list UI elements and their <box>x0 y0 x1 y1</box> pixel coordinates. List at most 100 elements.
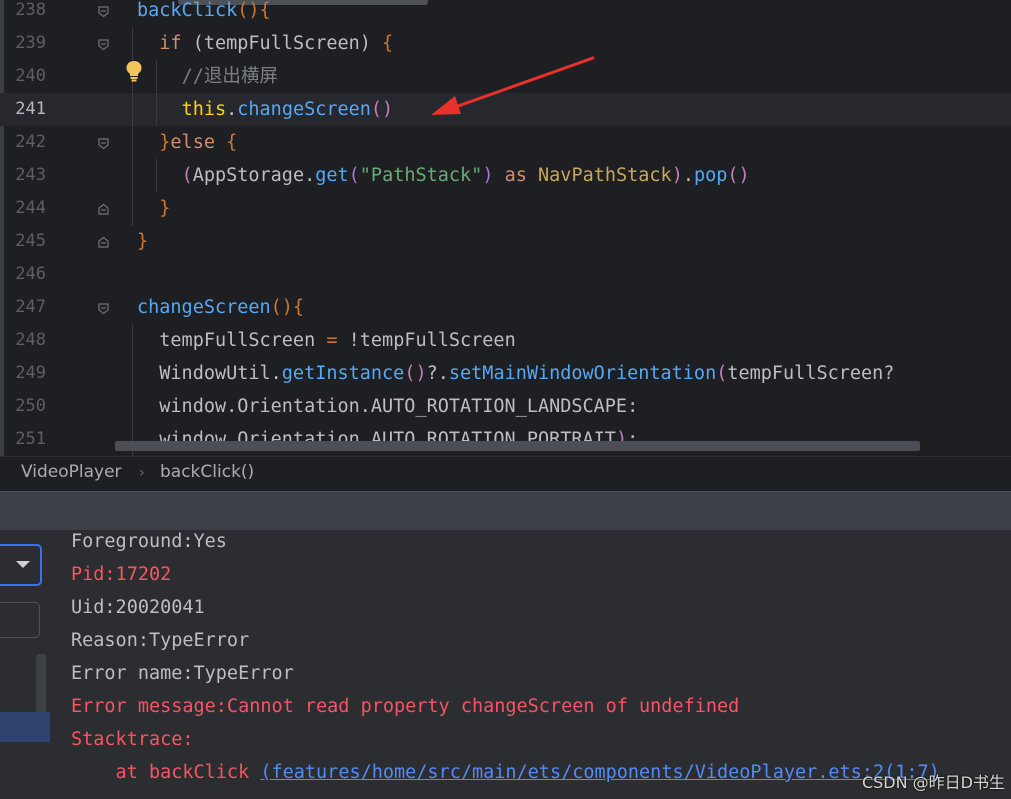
line-number: 247 <box>15 297 46 317</box>
code-text[interactable]: if (tempFullScreen) { <box>137 27 393 60</box>
code-token: WindowUtil. <box>137 363 282 384</box>
code-token: else <box>170 132 215 153</box>
code-token: !tempFullScreen <box>337 330 516 351</box>
code-text[interactable]: } <box>137 192 170 225</box>
line-number: 249 <box>15 363 46 383</box>
code-line[interactable]: 244 } <box>0 192 1011 225</box>
code-line[interactable]: 251 window.Orientation.AUTO_ROTATION_POR… <box>0 423 1011 456</box>
fold-icon[interactable] <box>97 302 110 315</box>
code-line[interactable]: 248 tempFullScreen = !tempFullScreen <box>0 324 1011 357</box>
lightbulb-icon[interactable] <box>124 60 144 82</box>
code-token: changeScreen <box>137 297 271 318</box>
log-error-message: Error message:Cannot read property chang… <box>71 696 740 717</box>
code-text[interactable]: this.changeScreen() <box>137 93 394 126</box>
code-token: ( <box>181 165 193 186</box>
code-token: ( <box>348 165 360 186</box>
line-number: 245 <box>15 231 46 251</box>
line-number: 240 <box>15 66 46 86</box>
code-line[interactable]: 247 changeScreen(){ <box>0 291 1011 324</box>
code-text[interactable]: //退出横屏 <box>137 60 278 93</box>
code-token: { <box>226 132 238 153</box>
code-token: (tempFullScreen) <box>181 33 383 54</box>
log-pid: Pid:17202 <box>71 564 172 585</box>
code-text[interactable]: (AppStorage.get("PathStack") as NavPathS… <box>137 159 750 192</box>
line-number: 244 <box>15 198 46 218</box>
code-token: if <box>159 33 182 54</box>
log-filter-input[interactable] <box>0 602 40 638</box>
code-line[interactable]: 249 WindowUtil.getInstance()?.setMainWin… <box>0 357 1011 390</box>
code-text[interactable]: tempFullScreen = !tempFullScreen <box>137 324 516 357</box>
log-level-dropdown[interactable] <box>0 544 42 586</box>
watermark: CSDN @昨日D书生 <box>861 773 1005 792</box>
code-line[interactable]: 242 }else { <box>0 126 1011 159</box>
code-text[interactable]: window.Orientation.AUTO_ROTATION_LANDSCA… <box>137 390 638 423</box>
code-token: get <box>315 165 349 186</box>
code-token: tempFullScreen <box>137 330 327 351</box>
log-reason: Reason:TypeError <box>71 630 250 651</box>
dropdown-chevron-icon <box>16 561 30 568</box>
code-editor[interactable]: 238 backClick(){239 if (tempFullScreen) {… <box>0 0 1011 456</box>
log-output[interactable]: Foreground:Yes Pid:17202 Uid:20020041 Re… <box>55 530 1011 799</box>
annotation-arrow <box>425 52 600 122</box>
fold-icon[interactable] <box>97 137 110 150</box>
breadcrumb-item-backclick[interactable]: backClick() <box>160 462 254 482</box>
code-token: () <box>370 99 394 120</box>
breadcrumb-separator-icon: › <box>139 465 145 481</box>
code-text[interactable]: backClick(){ <box>137 0 271 27</box>
fold-icon[interactable] <box>97 203 110 216</box>
log-error-name: Error name:TypeError <box>71 663 294 684</box>
line-number: 243 <box>15 165 46 185</box>
code-text[interactable]: window.Orientation.AUTO_ROTATION_PORTRAI… <box>137 423 638 456</box>
code-text[interactable]: WindowUtil.getInstance()?.setMainWindowO… <box>137 357 894 390</box>
code-token: ) <box>671 165 683 186</box>
code-token: NavPathStack <box>538 165 672 186</box>
code-line[interactable]: 243 (AppStorage.get("PathStack") as NavP… <box>0 159 1011 192</box>
line-number: 242 <box>15 132 46 152</box>
log-stacktrace-label: Stacktrace: <box>71 729 194 750</box>
stack-frame-link[interactable]: (features/home/src/main/ets/components/V… <box>260 762 939 783</box>
breadcrumb: VideoPlayer › backClick() <box>0 456 1011 491</box>
code-text[interactable]: }else { <box>137 126 237 159</box>
code-token: backClick <box>137 0 238 21</box>
code-token: (){ <box>270 297 305 318</box>
code-line[interactable]: 246 <box>0 258 1011 291</box>
fold-icon[interactable] <box>97 5 110 18</box>
log-sidebar-selected-item[interactable] <box>0 712 50 742</box>
line-number: 248 <box>15 330 46 350</box>
code-token: ) <box>482 165 494 186</box>
code-token: changeScreen <box>237 99 371 120</box>
fold-icon[interactable] <box>97 38 110 51</box>
log-sidebar <box>0 530 55 799</box>
indent-guide <box>156 60 157 126</box>
code-text[interactable]: changeScreen(){ <box>137 291 304 324</box>
code-token: setMainWindowOrientation <box>448 363 717 384</box>
code-token: pop <box>693 165 728 186</box>
code-text[interactable]: } <box>137 225 148 258</box>
editor-horizontal-scrollbar[interactable] <box>115 441 920 451</box>
breadcrumb-item-videoplayer[interactable]: VideoPlayer <box>21 462 122 482</box>
code-token: . <box>226 99 238 120</box>
log-stack-frame: at backClick (features/home/src/main/ets… <box>71 756 940 789</box>
code-token: ?. <box>426 363 449 384</box>
line-number: 239 <box>15 33 46 53</box>
indent-guide <box>132 27 133 226</box>
indent-guide <box>156 159 157 192</box>
code-token: as <box>504 165 527 186</box>
code-line[interactable]: 245} <box>0 225 1011 258</box>
code-token: (){ <box>237 0 271 21</box>
code-token: } <box>159 198 171 219</box>
log-foreground: Foreground:Yes <box>71 531 227 552</box>
code-line[interactable]: 250 window.Orientation.AUTO_ROTATION_LAN… <box>0 390 1011 423</box>
line-number: 250 <box>15 396 46 416</box>
code-token: } <box>159 132 171 153</box>
code-token: window.Orientation.AUTO_ROTATION_LANDSCA… <box>137 396 639 417</box>
fold-icon[interactable] <box>97 236 110 249</box>
code-line[interactable]: 238 backClick(){ <box>0 0 1011 27</box>
line-number: 241 <box>15 99 46 119</box>
